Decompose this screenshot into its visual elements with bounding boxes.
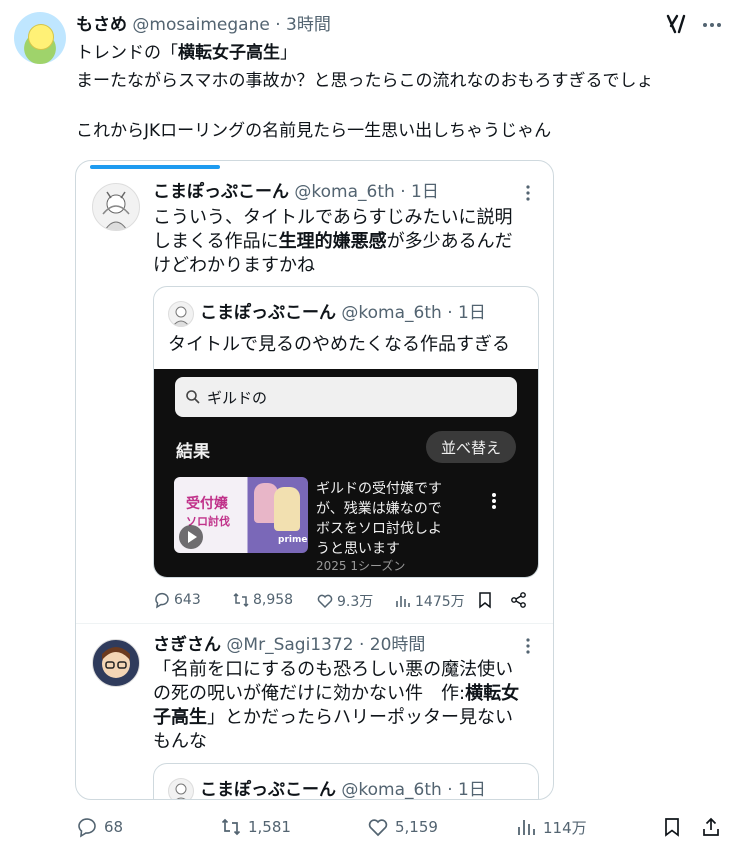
quoted-post-header: こまぽっぷこーん @koma_6th · 1日 (200, 301, 486, 325)
heart-icon (368, 819, 388, 837)
avatar (168, 301, 194, 327)
bookmark-icon[interactable] (661, 816, 683, 838)
timestamp[interactable]: 20時間 (370, 635, 426, 655)
quoted-post-header: こまぽっぷこーん @koma_6th · 1日 (200, 778, 486, 800)
timestamp: 1日 (458, 303, 486, 323)
display-name: こまぽっぷこーん (200, 780, 336, 800)
reply-action[interactable]: 68 (76, 816, 123, 838)
embedded-post-text: こういう、タイトルであらすじみたいに説明 しまくる作品に生理的嫌悪感が多少あるん… (153, 207, 513, 276)
anime-avatar-icon (172, 306, 190, 326)
handle: @koma_6th (341, 303, 442, 323)
separator-dot: · (275, 15, 281, 35)
views-icon (396, 596, 410, 607)
divider (76, 623, 553, 624)
avatar[interactable] (14, 12, 66, 64)
more-options-icon[interactable] (701, 14, 723, 36)
reply-icon (155, 592, 169, 609)
repost-icon (233, 592, 249, 608)
grok-icon[interactable] (665, 13, 687, 35)
handle: @koma_6th (341, 780, 442, 800)
like-action[interactable]: 5,159 (367, 816, 438, 838)
share-icon[interactable] (510, 591, 528, 609)
embedded-post-header: こまぽっぷこーん @koma_6th · 1日 (153, 180, 439, 204)
avatar[interactable] (92, 183, 140, 231)
timestamp[interactable]: 3時間 (286, 15, 331, 35)
display-name[interactable]: こまぽっぷこーん (153, 182, 289, 202)
separator-dot: · (400, 182, 406, 202)
display-name[interactable]: さぎさん (153, 635, 221, 655)
result-title: ギルドの受付嬢です が、残業は嫌なので ボスをソロ討伐しよ うと思います (316, 481, 442, 557)
timestamp: 1日 (458, 780, 486, 800)
anime-avatar-icon (102, 191, 130, 230)
post-text-line-1: トレンドの「横転女子高生」 (76, 43, 297, 63)
sort-button: 並べ替え (426, 431, 516, 463)
reply-post-header: さぎさん @Mr_Sagi1372 · 20時間 (153, 633, 425, 657)
timestamp[interactable]: 1日 (411, 182, 439, 202)
share-icon[interactable] (700, 816, 722, 838)
handle[interactable]: @Mr_Sagi1372 (226, 635, 353, 655)
result-thumbnail: 受付嬢 ソロ討伐 prime (174, 477, 308, 553)
avatar (168, 778, 194, 799)
views-action[interactable]: 1475万 (394, 591, 465, 611)
search-icon (186, 390, 200, 404)
anime-avatar-icon (175, 783, 187, 799)
embedded-post-card[interactable]: こまぽっぷこーん @koma_6th · 1日 こういう、タイトルであらすじみた… (75, 160, 554, 800)
bookmark-icon[interactable] (476, 591, 494, 609)
repost-action[interactable]: 8,958 (232, 591, 293, 609)
more-options-icon (492, 493, 496, 509)
reply-action[interactable]: 643 (153, 591, 201, 609)
more-options-icon[interactable] (522, 636, 534, 656)
display-name[interactable]: もさめ (76, 15, 127, 35)
search-value: ギルドの (207, 388, 268, 407)
heart-icon (317, 594, 333, 609)
post-header: もさめ @mosaimegane · 3時間 (76, 13, 331, 37)
thumbnail-title: 受付嬢 (186, 496, 228, 512)
trend-highlight: 横転女子高生 (178, 43, 280, 63)
separator-dot: · (358, 635, 365, 655)
handle[interactable]: @mosaimegane (132, 15, 269, 35)
search-field: ギルドの (175, 377, 517, 417)
more-options-icon[interactable] (522, 183, 534, 203)
repost-icon (221, 818, 241, 836)
separator-dot: · (447, 780, 453, 800)
character-art (274, 487, 300, 531)
handle[interactable]: @koma_6th (294, 182, 394, 202)
reply-icon (78, 818, 96, 838)
post-text-line-2: まーたながらスマホの事故か？と思ったらこの流れなのおもろすぎるでしょ (76, 71, 654, 91)
quoted-post-card[interactable]: こまぽっぷこーん @koma_6th · 1日 (153, 763, 539, 800)
quoted-post-text: タイトルで見るのやめたくなる作品すぎる (168, 334, 510, 355)
play-icon (179, 525, 203, 549)
attached-screenshot[interactable]: ギルドの 結果 並べ替え 受付嬢 ソロ討伐 prime ギルドの受付嬢です が、… (154, 369, 538, 577)
quoted-post-card[interactable]: こまぽっぷこーん @koma_6th · 1日 タイトルで見るのやめたくなる作品… (153, 286, 539, 578)
like-action[interactable]: 9.3万 (316, 591, 373, 611)
chick-icon (28, 24, 54, 50)
reply-post-text: 「名前を口にするのも恐ろしい悪の魔法使い の死の呪いが俺だけに効かない件 作:横… (153, 659, 520, 752)
repost-action[interactable]: 1,581 (220, 816, 291, 838)
avatar[interactable] (92, 639, 140, 687)
prime-logo: prime (278, 535, 308, 545)
views-icon (518, 820, 535, 835)
result-meta: 2025 1シーズン (316, 559, 406, 573)
post-text-line-3: これからJKローリングの名前見たら一生思い出しちゃうじゃん (76, 121, 552, 141)
results-heading: 結果 (176, 442, 210, 462)
display-name: こまぽっぷこーん (200, 303, 336, 323)
glasses-avatar-icon (102, 647, 130, 678)
progress-bar (90, 165, 220, 169)
separator-dot: · (447, 303, 453, 323)
views-action[interactable]: 114万 (515, 816, 587, 838)
